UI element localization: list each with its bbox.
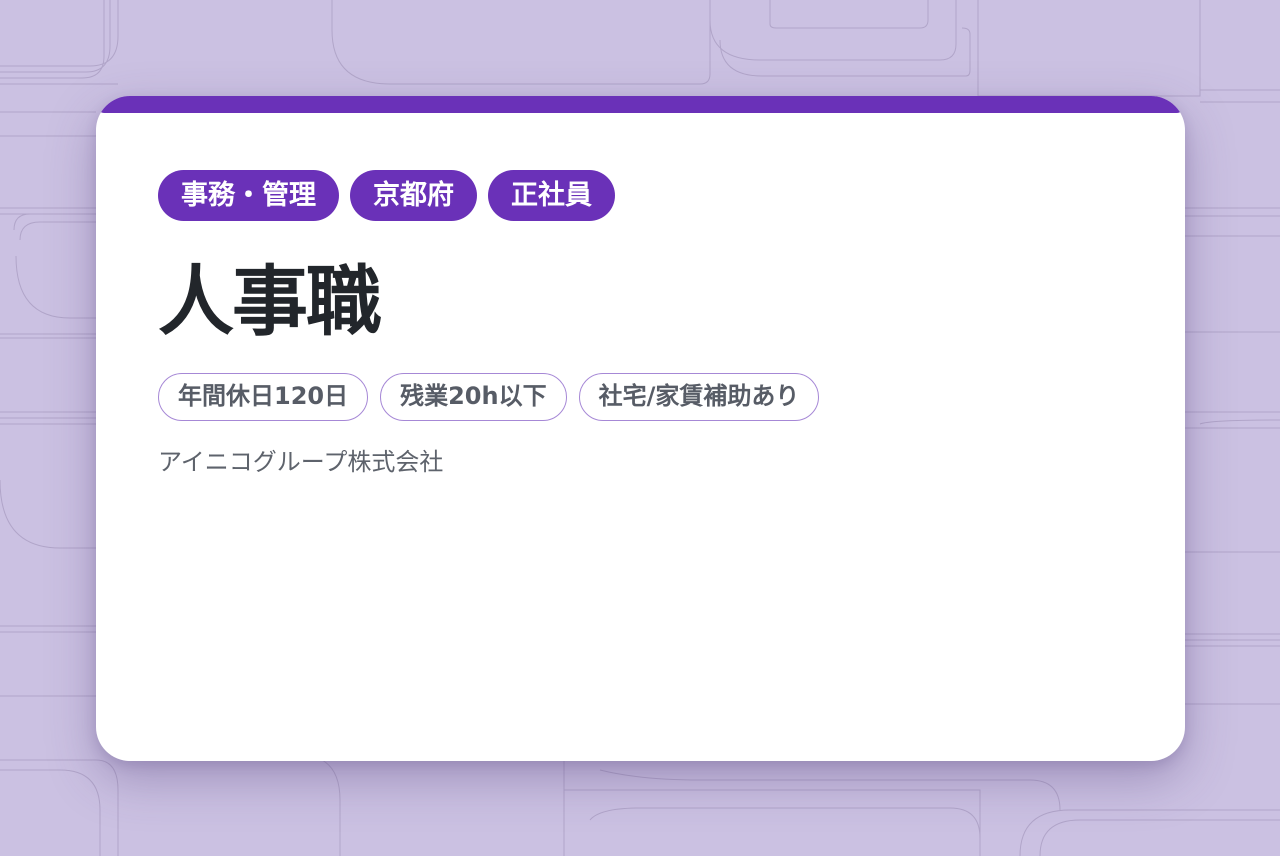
feature-tag: 年間休日120日 <box>158 373 369 421</box>
employment-type-tag: 正社員 <box>488 170 615 221</box>
company-name: アイニコグループ株式会社 <box>158 448 444 476</box>
feature-tag: 社宅/家賃補助あり <box>578 373 820 421</box>
job-card[interactable]: 事務・管理 京都府 正社員 人事職 年間休日120日 残業20h以下 社宅/家賃… <box>96 96 1185 761</box>
feature-tag: 残業20h以下 <box>380 373 567 421</box>
category-tag-row: 事務・管理 京都府 正社員 <box>158 170 615 221</box>
category-tag: 事務・管理 <box>158 170 339 221</box>
job-title: 人事職 <box>158 257 382 346</box>
feature-tag-row: 年間休日120日 残業20h以下 社宅/家賃補助あり <box>158 373 820 421</box>
location-tag: 京都府 <box>350 170 477 221</box>
card-accent-bar <box>96 96 1185 113</box>
